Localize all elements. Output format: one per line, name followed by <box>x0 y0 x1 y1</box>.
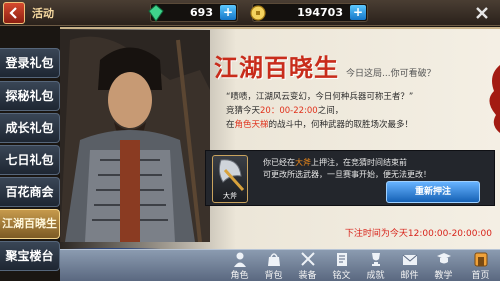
bet-status-box: 大斧 你已经在大斧上押注，在竞猜时间结束前 可更改所选武器，一旦赛事开始，便无法… <box>205 150 495 206</box>
bottom-nav: 角色 背包 装备 铭文 成就 邮件 教学 首页 <box>60 249 500 281</box>
sidebar-item-jianghu-baixiaosheng[interactable]: 江湖百晓生 <box>0 209 60 239</box>
nav-inscription[interactable]: 铭文 <box>325 250 358 281</box>
trophy-icon <box>372 253 380 266</box>
quote-line-1: “啧啧，江湖风云变幻，今日何种兵器可称王者？” <box>226 92 414 102</box>
equipment-icon <box>301 252 315 266</box>
arrow-left-icon <box>9 7 17 19</box>
nav-equipment[interactable]: 装备 <box>291 250 324 281</box>
nav-character[interactable]: 角色 <box>223 250 256 281</box>
bet-weapon: 大斧 <box>295 158 311 167</box>
gem-counter: 693 + <box>148 3 238 22</box>
quote-time: 20：00-22:00 <box>260 106 318 116</box>
buy-gems-button[interactable]: + <box>220 5 236 20</box>
sidebar-item-growth-gift[interactable]: 成长礼包 <box>0 113 60 143</box>
back-button[interactable] <box>3 2 25 24</box>
nav-bag[interactable]: 背包 <box>257 250 290 281</box>
quote-arena: 角色天梯 <box>234 120 269 130</box>
coin-icon <box>247 2 269 24</box>
page-title: 活动 <box>32 7 54 20</box>
quote-line-3: 在角色天梯的战斗中，何种武器的取胜场次最多！ <box>226 120 414 130</box>
sidebar-item-seven-day-gift[interactable]: 七日礼包 <box>0 145 60 175</box>
nav-tutorial[interactable]: 教学 <box>427 250 460 281</box>
nav-home[interactable]: 首页 <box>464 250 497 281</box>
event-subtitle: 今日这局...你可看破？ <box>346 69 436 79</box>
rebet-button[interactable]: 重新押注 <box>386 181 480 203</box>
event-description: “啧啧，江湖风云变幻，今日何种兵器可称王者？” 竞猜今天20：00-22:00之… <box>226 90 496 132</box>
bet-time: 下注时间为今天12:00:00-20:00:00 <box>344 229 492 239</box>
buy-gold-button[interactable]: + <box>350 5 366 20</box>
close-icon <box>476 7 488 19</box>
weapon-name: 大斧 <box>223 192 237 200</box>
hero-illustration <box>60 30 210 242</box>
close-button[interactable] <box>472 3 492 23</box>
sidebar-item-treasure-tower[interactable]: 聚宝楼台 <box>0 241 60 271</box>
sidebar: 登录礼包 探秘礼包 成长礼包 七日礼包 百花商会 江湖百晓生 聚宝楼台 <box>0 45 60 281</box>
bag-icon <box>268 253 280 266</box>
bet-status-text: 你已经在大斧上押注，在竞猜时间结束前 可更改所选武器，一旦赛事开始，便无法更改！ <box>263 158 431 179</box>
gold-counter: 194703 + <box>250 3 368 22</box>
weapon-slot[interactable]: 大斧 <box>212 155 248 203</box>
mail-icon <box>402 254 418 265</box>
event-title: 江湖百晓生 <box>214 54 339 82</box>
character-icon <box>234 252 246 267</box>
top-bar: 活动 693 + 194703 + <box>0 0 500 26</box>
gold-amount: 194703 <box>297 6 343 19</box>
home-icon <box>474 252 488 267</box>
flame-decoration-icon <box>489 65 500 133</box>
inscription-icon <box>337 253 347 266</box>
nav-mail[interactable]: 邮件 <box>393 250 426 281</box>
gem-icon <box>145 2 167 24</box>
sidebar-item-explore-gift[interactable]: 探秘礼包 <box>0 81 60 111</box>
sidebar-item-flower-shop[interactable]: 百花商会 <box>0 177 60 207</box>
axe-icon <box>218 159 245 192</box>
sidebar-item-login-gift[interactable]: 登录礼包 <box>0 48 60 78</box>
quote-line-2: 竞猜今天20：00-22:00之间， <box>226 106 344 116</box>
tutorial-icon <box>437 253 451 264</box>
gem-amount: 693 <box>190 6 213 19</box>
nav-achievement[interactable]: 成就 <box>359 250 392 281</box>
